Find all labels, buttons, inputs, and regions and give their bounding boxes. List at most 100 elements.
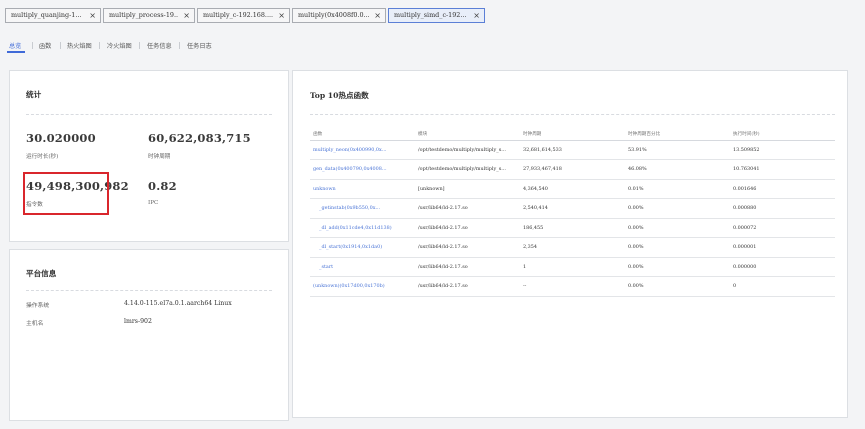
close-icon[interactable]: × xyxy=(473,9,480,22)
module-cell: [unknown] xyxy=(415,179,520,199)
document-tab-2[interactable]: multiply_process-19... × xyxy=(103,8,195,23)
table-row: _getinstab(0x9b550,0x... /usr/lib64/ld-2… xyxy=(310,198,835,219)
hot-functions-title: Top 10热点函数 xyxy=(310,91,369,100)
column-header-exec-time[interactable]: 执行时间(秒) xyxy=(730,128,835,141)
divider xyxy=(26,114,272,115)
percent-cell: 0.00% xyxy=(625,237,730,258)
tab-label: multiply(0x4008f0.0... xyxy=(298,11,369,19)
percent-cell: 0.00% xyxy=(625,276,730,297)
tab-label: multiply_simd_c-192... xyxy=(394,11,467,19)
table-row: _dl_start(0x1914,0x1da0) /usr/lib64/ld-2… xyxy=(310,237,835,258)
highlight-box xyxy=(23,172,109,215)
table-header-row: 函数 模块 时钟周期 时钟周期百分比 执行时间(秒) xyxy=(310,128,835,141)
tab-label: multiply_quanjing-1... xyxy=(11,11,82,19)
sub-navigation: 总览 函数 热火焰图 冷火焰图 任务信息 任务日志 xyxy=(0,36,865,56)
close-icon[interactable]: × xyxy=(278,9,285,22)
column-header-cycles-percent[interactable]: 时钟周期百分比 xyxy=(625,128,730,141)
time-cell: 0.000000 xyxy=(730,257,835,277)
document-tab-4[interactable]: multiply(0x4008f0.0... × xyxy=(292,8,386,23)
cycles-cell: 27,933,467,418 xyxy=(520,159,625,180)
cycles-cell: -- xyxy=(520,276,625,297)
ipc-label: IPC xyxy=(148,200,159,206)
clock-cycles-value: 60,622,083,715 xyxy=(148,131,251,145)
time-cell: 13.509852 xyxy=(730,140,835,160)
clock-cycles-label: 时钟周期 xyxy=(148,154,171,160)
hostname-value: lmrs-902 xyxy=(124,318,152,325)
time-cell: 0.000072 xyxy=(730,218,835,238)
close-icon[interactable]: × xyxy=(183,9,190,22)
cycles-cell: 4,364,540 xyxy=(520,179,625,199)
tab-cold-flame-graph[interactable]: 冷火焰图 xyxy=(107,41,132,50)
function-link[interactable]: multiply_neon(0x400990,0x... xyxy=(310,140,415,160)
hostname-label: 主机名 xyxy=(26,321,44,327)
percent-cell: 0.00% xyxy=(625,198,730,219)
time-cell: 0.000880 xyxy=(730,198,835,219)
close-icon[interactable]: × xyxy=(89,9,96,22)
function-link[interactable]: (unknown)(0x17d00,0x170b) xyxy=(310,276,415,297)
tab-divider xyxy=(179,42,180,49)
column-header-function[interactable]: 函数 xyxy=(310,128,415,141)
tab-divider xyxy=(139,42,140,49)
tab-label: multiply_process-19... xyxy=(109,11,178,19)
function-link[interactable]: _getinstab(0x9b550,0x... xyxy=(310,198,415,219)
cycles-cell: 2,354 xyxy=(520,237,625,258)
column-header-module[interactable]: 模块 xyxy=(415,128,520,141)
table-row: multiply_neon(0x400990,0x... /opt/testde… xyxy=(310,140,835,160)
module-cell: /usr/lib64/ld-2.17.so xyxy=(415,218,520,238)
tab-divider xyxy=(99,42,100,49)
cycles-cell: 2,540,414 xyxy=(520,198,625,219)
hot-functions-table: 函数 模块 时钟周期 时钟周期百分比 执行时间(秒) multiply_neon… xyxy=(310,128,835,297)
function-link[interactable]: gen_data(0x400790,0x4008... xyxy=(310,159,415,180)
document-tab-bar: multiply_quanjing-1... × multiply_proces… xyxy=(0,0,865,28)
table-row: unknown [unknown] 4,364,540 0.01% 0.0016… xyxy=(310,179,835,199)
document-tab-1[interactable]: multiply_quanjing-1... × xyxy=(5,8,101,23)
percent-cell: 0.00% xyxy=(625,218,730,238)
runtime-value: 30.020000 xyxy=(26,131,96,145)
function-link[interactable]: _dl_add(0x11cde4,0x11d138) xyxy=(310,218,415,238)
tab-label: multiply_c-192.168.... xyxy=(203,11,273,19)
runtime-label: 运行时长(秒) xyxy=(26,154,59,160)
cycles-cell: 32,681,614,533 xyxy=(520,140,625,160)
table-row: (unknown)(0x17d00,0x170b) /usr/lib64/ld-… xyxy=(310,276,835,297)
module-cell: /opt/testdemo/multiply/multiply_s... xyxy=(415,159,520,180)
close-icon[interactable]: × xyxy=(374,9,381,22)
document-tab-5[interactable]: multiply_simd_c-192... × xyxy=(388,8,485,23)
table-row: _dl_add(0x11cde4,0x11d138) /usr/lib64/ld… xyxy=(310,218,835,238)
ipc-value: 0.82 xyxy=(148,179,177,193)
time-cell: 0.001646 xyxy=(730,179,835,199)
tab-functions[interactable]: 函数 xyxy=(39,41,51,50)
module-cell: /opt/testdemo/multiply/multiply_s... xyxy=(415,140,520,160)
percent-cell: 53.91% xyxy=(625,140,730,160)
stats-title: 统计 xyxy=(26,90,42,99)
time-cell: 10.763041 xyxy=(730,159,835,180)
module-cell: /usr/lib64/ld-2.17.so xyxy=(415,257,520,277)
tab-overview[interactable]: 总览 xyxy=(9,41,21,50)
cycles-cell: 186,455 xyxy=(520,218,625,238)
time-cell: 0 xyxy=(730,276,835,297)
module-cell: /usr/lib64/ld-2.17.so xyxy=(415,237,520,258)
module-cell: /usr/lib64/ld-2.17.so xyxy=(415,276,520,297)
tab-divider xyxy=(32,42,33,49)
percent-cell: 46.08% xyxy=(625,159,730,180)
tab-divider xyxy=(60,42,61,49)
table-row: _start /usr/lib64/ld-2.17.so 1 0.00% 0.0… xyxy=(310,257,835,277)
percent-cell: 0.01% xyxy=(625,179,730,199)
divider xyxy=(26,290,272,291)
module-cell: /usr/lib64/ld-2.17.so xyxy=(415,198,520,219)
active-tab-indicator xyxy=(7,51,25,53)
percent-cell: 0.00% xyxy=(625,257,730,277)
function-link[interactable]: _start xyxy=(310,257,415,277)
os-label: 操作系统 xyxy=(26,303,50,309)
column-header-cycles[interactable]: 时钟周期 xyxy=(520,128,625,141)
tab-hot-flame-graph[interactable]: 热火焰图 xyxy=(67,41,92,50)
function-link[interactable]: unknown xyxy=(310,179,415,199)
time-cell: 0.000001 xyxy=(730,237,835,258)
cycles-cell: 1 xyxy=(520,257,625,277)
document-tab-3[interactable]: multiply_c-192.168.... × xyxy=(197,8,290,23)
function-link[interactable]: _dl_start(0x1914,0x1da0) xyxy=(310,237,415,258)
platform-title: 平台信息 xyxy=(26,269,57,278)
tab-task-log[interactable]: 任务日志 xyxy=(187,41,212,50)
divider xyxy=(310,114,835,115)
table-row: gen_data(0x400790,0x4008... /opt/testdem… xyxy=(310,159,835,180)
tab-task-info[interactable]: 任务信息 xyxy=(147,41,172,50)
